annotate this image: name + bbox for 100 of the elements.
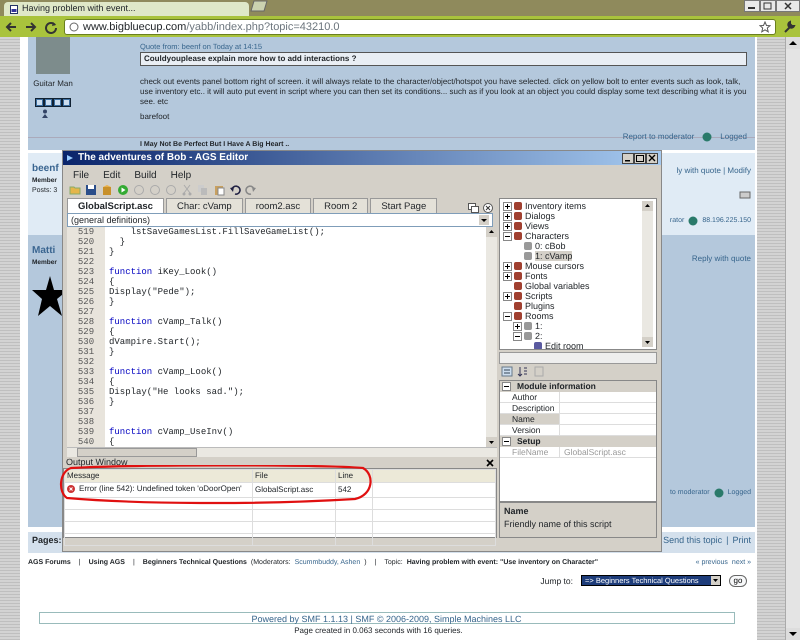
- function-dropdown[interactable]: (general definitions): [67, 212, 493, 226]
- member-name[interactable]: beenf: [32, 161, 59, 176]
- column-header[interactable]: Line: [336, 469, 372, 482]
- scroll-down-icon[interactable]: [486, 436, 497, 446]
- expand-icon[interactable]: [503, 202, 512, 211]
- scroll-up-icon[interactable]: [786, 37, 800, 49]
- column-header[interactable]: Message: [64, 469, 252, 482]
- editor-tab[interactable]: Start Page: [370, 198, 438, 212]
- tree-item[interactable]: Rooms: [525, 310, 554, 320]
- column-header[interactable]: File: [252, 469, 336, 482]
- expand-icon[interactable]: [503, 292, 512, 301]
- reload-icon[interactable]: [44, 20, 58, 34]
- play-icon[interactable]: [117, 184, 129, 196]
- website-icon[interactable]: [44, 98, 53, 107]
- collapse-icon[interactable]: [502, 382, 511, 390]
- collapse-icon[interactable]: [503, 312, 512, 321]
- tree-item[interactable]: Mouse cursors: [525, 260, 584, 270]
- signoff-text: barefoot: [140, 111, 170, 124]
- collapse-icon[interactable]: [503, 232, 512, 241]
- property-name[interactable]: Author: [500, 392, 560, 402]
- tree-item[interactable]: Fonts: [525, 270, 548, 280]
- scroll-thumb[interactable]: [77, 448, 197, 456]
- member-name[interactable]: Guitar Man: [33, 78, 73, 90]
- email-icon[interactable]: [53, 98, 62, 107]
- line-number: 522: [76, 256, 96, 266]
- wrench-icon[interactable]: [782, 20, 796, 34]
- node-icon: [514, 282, 522, 290]
- member-name[interactable]: Matti: [32, 243, 56, 258]
- property-name[interactable]: Description: [500, 402, 560, 412]
- scroll-up-icon[interactable]: [486, 226, 497, 236]
- menu-item[interactable]: File: [73, 168, 90, 179]
- property-name[interactable]: Name: [500, 414, 560, 424]
- node-icon: [514, 222, 522, 230]
- windows-icon[interactable]: [468, 202, 479, 212]
- tree-item[interactable]: 2:: [535, 330, 543, 340]
- message-icon[interactable]: [62, 98, 71, 107]
- close-icon[interactable]: [646, 152, 658, 164]
- code-line: dVampire.Start();: [109, 336, 202, 346]
- new-tab-icon[interactable]: [249, 0, 269, 12]
- editor-tab[interactable]: Char: cVamp: [166, 198, 243, 212]
- reply-quote-link[interactable]: Reply with quote: [692, 253, 751, 265]
- tree-item[interactable]: Scripts: [525, 290, 553, 300]
- send-topic-link[interactable]: Send this topic: [663, 534, 722, 551]
- save-icon[interactable]: [85, 184, 97, 196]
- editor-tab[interactable]: GlobalScript.asc: [67, 198, 164, 212]
- line-number: 533: [76, 366, 96, 376]
- status-text: Logged: [720, 131, 747, 144]
- reply-quote-link[interactable]: ly with quote | Modify: [676, 165, 751, 177]
- expand-icon[interactable]: [503, 222, 512, 231]
- collapse-icon[interactable]: [513, 332, 522, 341]
- maximize-icon[interactable]: [634, 152, 646, 164]
- property-name[interactable]: Version: [500, 424, 560, 434]
- collapse-icon[interactable]: [502, 436, 511, 446]
- minimize-icon[interactable]: [744, 0, 760, 12]
- address-bar[interactable]: www.bigbluecup.com/yabb/index.php?topic=43210.0: [64, 18, 776, 34]
- quote-text: Couldyouplease explain more how to add interactions ?: [140, 52, 747, 66]
- table-cell: 542: [336, 482, 372, 497]
- minimize-icon[interactable]: [622, 152, 634, 164]
- forward-icon[interactable]: [24, 20, 38, 34]
- tree-item[interactable]: 1:: [535, 320, 543, 330]
- sort-icon[interactable]: [517, 366, 529, 376]
- tree-item[interactable]: Views: [525, 220, 549, 230]
- menu-item[interactable]: Edit: [103, 168, 120, 179]
- menu-item[interactable]: Help: [170, 168, 192, 179]
- menu-item[interactable]: Build: [134, 168, 157, 179]
- categorized-icon[interactable]: [501, 366, 513, 376]
- scroll-down-icon[interactable]: [642, 336, 653, 346]
- go-button[interactable]: go: [729, 574, 747, 587]
- print-link[interactable]: Print: [732, 534, 751, 551]
- star-icon[interactable]: [759, 20, 771, 32]
- report-link[interactable]: Report to moderator: [622, 131, 694, 144]
- editor-tab[interactable]: room2.asc: [244, 198, 312, 212]
- scroll-up-icon[interactable]: [642, 200, 653, 210]
- scroll-down-icon[interactable]: [786, 628, 800, 640]
- tree-item[interactable]: 1: cVamp: [535, 250, 572, 260]
- node-icon: [514, 292, 522, 300]
- profile-icon[interactable]: [35, 98, 44, 107]
- back-icon[interactable]: [4, 20, 18, 34]
- expand-icon[interactable]: [513, 322, 522, 331]
- tree-item[interactable]: Global variables: [525, 280, 590, 290]
- tree-item[interactable]: Plugins: [525, 300, 555, 310]
- editor-tab[interactable]: Room 2: [313, 198, 368, 212]
- tree-item[interactable]: Characters: [525, 230, 570, 240]
- browser-tab[interactable]: Having problem with event...: [4, 2, 249, 16]
- expand-icon[interactable]: [503, 272, 512, 281]
- close-icon[interactable]: [483, 202, 493, 212]
- undo-icon[interactable]: [229, 184, 241, 196]
- code-line: Display("He looks sad.");: [109, 386, 246, 396]
- tree-item[interactable]: Edit room: [545, 340, 584, 348]
- close-icon[interactable]: [486, 458, 494, 466]
- restore-icon[interactable]: [760, 0, 776, 12]
- table-cell: GlobalScript.asc: [252, 482, 336, 497]
- tree-item[interactable]: Inventory items: [525, 200, 586, 210]
- expand-icon[interactable]: [503, 212, 512, 221]
- close-icon[interactable]: [776, 0, 800, 12]
- tree-item[interactable]: Dialogs: [525, 210, 556, 220]
- expand-icon[interactable]: [503, 262, 512, 271]
- line-number: 537: [76, 406, 96, 416]
- person-icon: [41, 109, 49, 118]
- tree-item[interactable]: 0: cBob: [535, 240, 566, 250]
